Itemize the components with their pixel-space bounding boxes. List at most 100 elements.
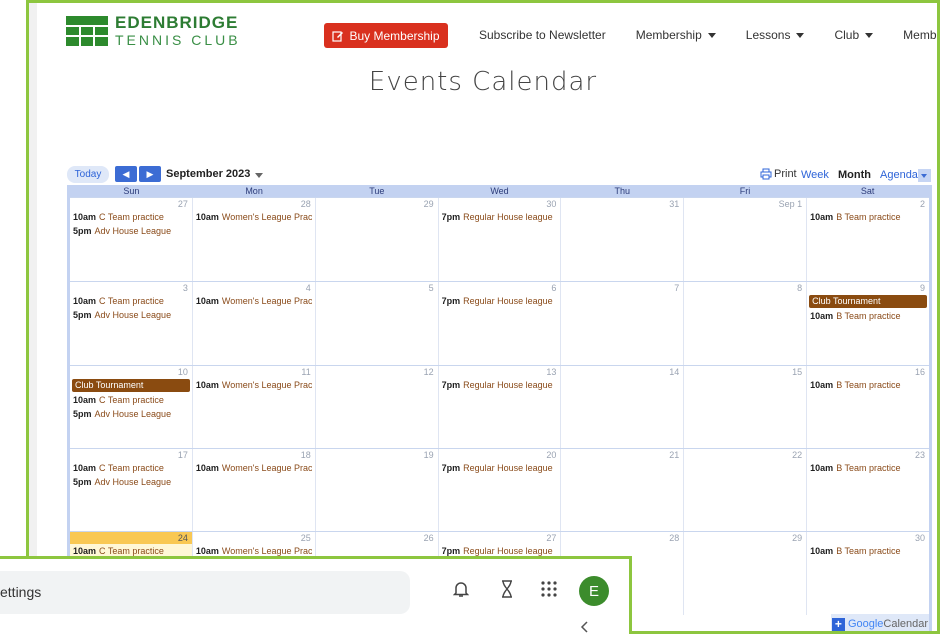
view-menu-button[interactable] — [918, 169, 931, 182]
calendar-event[interactable]: 10am B Team practice — [810, 380, 926, 390]
menu-item-club[interactable]: Club — [834, 28, 874, 42]
calendar-event[interactable]: 10am Women's League Prac — [196, 380, 312, 390]
event-title: B Team practice — [836, 463, 901, 473]
event-time: 10am — [810, 212, 834, 222]
day-cell[interactable]: 7 — [561, 282, 685, 365]
day-cell[interactable]: 5 — [316, 282, 439, 365]
event-time: 10am — [195, 546, 219, 556]
day-cell[interactable]: 18 10am Women's League Prac — [193, 449, 316, 532]
day-cell[interactable]: 19 — [316, 449, 439, 532]
calendar-event[interactable]: 7pm Regular House league — [442, 212, 558, 222]
calendar-event[interactable]: 10am B Team practice — [810, 311, 926, 321]
calendar-event[interactable]: 10am Women's League Prac — [196, 546, 312, 556]
day-number: 19 — [423, 450, 434, 460]
calendar-event[interactable]: 10am B Team practice — [810, 463, 926, 473]
day-number: 25 — [300, 533, 311, 543]
calendar-event[interactable]: 10am B Team practice — [810, 546, 926, 556]
day-cell[interactable]: 31 — [561, 198, 685, 281]
day-number: 22 — [792, 450, 803, 460]
day-cell[interactable]: 8 — [684, 282, 808, 365]
menu-item-membership[interactable]: Membership — [636, 28, 716, 42]
day-cell[interactable]: 22 — [684, 449, 808, 532]
day-cell[interactable]: 17 10am C Team practice 5pm Adv House League — [70, 449, 193, 532]
event-title: C Team practice — [99, 395, 164, 405]
chevron-down-icon — [707, 32, 716, 38]
calendar-event[interactable]: 10am Women's League Prac — [196, 296, 312, 306]
calendar-event[interactable]: 10am C Team practice — [73, 463, 189, 473]
prev-month-button[interactable]: ◀ — [115, 166, 137, 182]
all-day-event[interactable]: Club Tournament — [809, 295, 928, 308]
day-cell[interactable]: 29 — [316, 198, 439, 281]
day-cell[interactable]: 20 7pm Regular House league — [439, 449, 562, 532]
today-button[interactable]: Today — [67, 166, 109, 183]
calendar-event[interactable]: 7pm Regular House league — [442, 463, 558, 473]
calendar-event[interactable]: 10am Women's League Prac — [196, 463, 312, 473]
day-cell[interactable]: 21 — [561, 449, 685, 532]
google-calendar-badge[interactable]: + GoogleCalendar — [831, 614, 929, 631]
site-logo[interactable]: EDENBRIDGE TENNIS CLUB — [66, 14, 241, 47]
print-button[interactable]: Print — [760, 168, 797, 180]
event-time: 7pm — [441, 380, 461, 390]
calendar-event[interactable]: 7pm Regular House league — [442, 546, 558, 556]
calendar-event[interactable]: 7pm Regular House league — [442, 380, 558, 390]
view-month-tab[interactable]: Month — [838, 169, 871, 181]
calendar-event[interactable]: 10am C Team practice — [73, 395, 189, 405]
calendar-event[interactable]: 10am C Team practice — [73, 212, 189, 222]
next-month-button[interactable]: ▶ — [139, 166, 161, 182]
day-cell[interactable]: 27 10am C Team practice 5pm Adv House League — [70, 198, 193, 281]
view-week-tab[interactable]: Week — [801, 169, 829, 181]
event-time: 7pm — [441, 463, 461, 473]
day-cell[interactable]: Sep 1 — [684, 198, 808, 281]
day-cell[interactable]: 3 10am C Team practice 5pm Adv House League — [70, 282, 193, 365]
event-title: C Team practice — [99, 546, 164, 556]
day-cell[interactable]: 6 7pm Regular House league — [439, 282, 562, 365]
settings-search-bar[interactable]: ettings — [0, 571, 410, 614]
day-number: 18 — [300, 450, 311, 460]
bell-icon[interactable] — [449, 577, 473, 601]
hourglass-icon[interactable] — [495, 577, 519, 601]
day-cell[interactable]: 9 Club Tournament 10am B Team practice — [807, 282, 929, 365]
day-cell[interactable]: 14 — [561, 366, 685, 449]
day-cell[interactable]: 13 7pm Regular House league — [439, 366, 562, 449]
calendar-event[interactable]: 5pm Adv House League — [73, 226, 189, 236]
buy-membership-button[interactable]: Buy Membership — [324, 23, 448, 48]
day-cell[interactable]: 23 10am B Team practice — [807, 449, 929, 532]
day-cell[interactable]: 4 10am Women's League Prac — [193, 282, 316, 365]
day-cell[interactable]: 16 10am B Team practice — [807, 366, 929, 449]
day-cell[interactable]: 15 — [684, 366, 808, 449]
event-time: 10am — [810, 546, 834, 556]
calendar-event[interactable]: 5pm Adv House League — [73, 310, 189, 320]
event-title: B Team practice — [836, 380, 901, 390]
day-cell[interactable]: 12 — [316, 366, 439, 449]
calendar-event[interactable]: 10am Women's League Prac — [196, 212, 312, 222]
event-time: 10am — [195, 296, 219, 306]
chevron-left-icon[interactable] — [578, 620, 592, 634]
view-agenda-tab[interactable]: Agenda — [880, 169, 918, 181]
menu-label: Club — [834, 28, 860, 42]
calendar-event[interactable]: 5pm Adv House League — [73, 409, 189, 419]
day-cell[interactable]: 10 Club Tournament 10am C Team practice 5pm A… — [70, 366, 193, 449]
user-avatar[interactable]: E — [579, 576, 609, 606]
menu-item-newsletter[interactable]: Subscribe to Newsletter — [479, 28, 606, 42]
calendar-event[interactable]: 10am C Team practice — [73, 546, 189, 556]
today-highlight — [70, 532, 192, 544]
week-row: 10 Club Tournament 10am C Team practice 5pm A… — [70, 365, 929, 449]
day-cell[interactable]: 28 10am Women's League Prac — [193, 198, 316, 281]
all-day-event[interactable]: Club Tournament — [72, 379, 190, 392]
day-cell[interactable]: 2 10am B Team practice — [807, 198, 929, 281]
month-dropdown-icon[interactable] — [255, 173, 263, 178]
menu-item-lessons[interactable]: Lessons — [746, 28, 805, 42]
event-title: Women's League Prac — [221, 463, 312, 473]
apps-grid-icon[interactable] — [537, 577, 561, 601]
menu-item-members[interactable]: Members — [903, 28, 937, 42]
day-cell[interactable]: 29 — [684, 532, 808, 615]
calendar-event[interactable]: 10am B Team practice — [810, 212, 926, 222]
day-cell[interactable]: 11 10am Women's League Prac — [193, 366, 316, 449]
calendar-event[interactable]: 5pm Adv House League — [73, 477, 189, 487]
day-cell[interactable]: 30 7pm Regular House league — [439, 198, 562, 281]
day-cell[interactable]: 30 10am B Team practice — [807, 532, 929, 615]
menu-label: Members — [903, 28, 937, 42]
calendar-event[interactable]: 10am C Team practice — [73, 296, 189, 306]
logo-subtitle: TENNIS CLUB — [115, 32, 241, 48]
calendar-event[interactable]: 7pm Regular House league — [442, 296, 558, 306]
